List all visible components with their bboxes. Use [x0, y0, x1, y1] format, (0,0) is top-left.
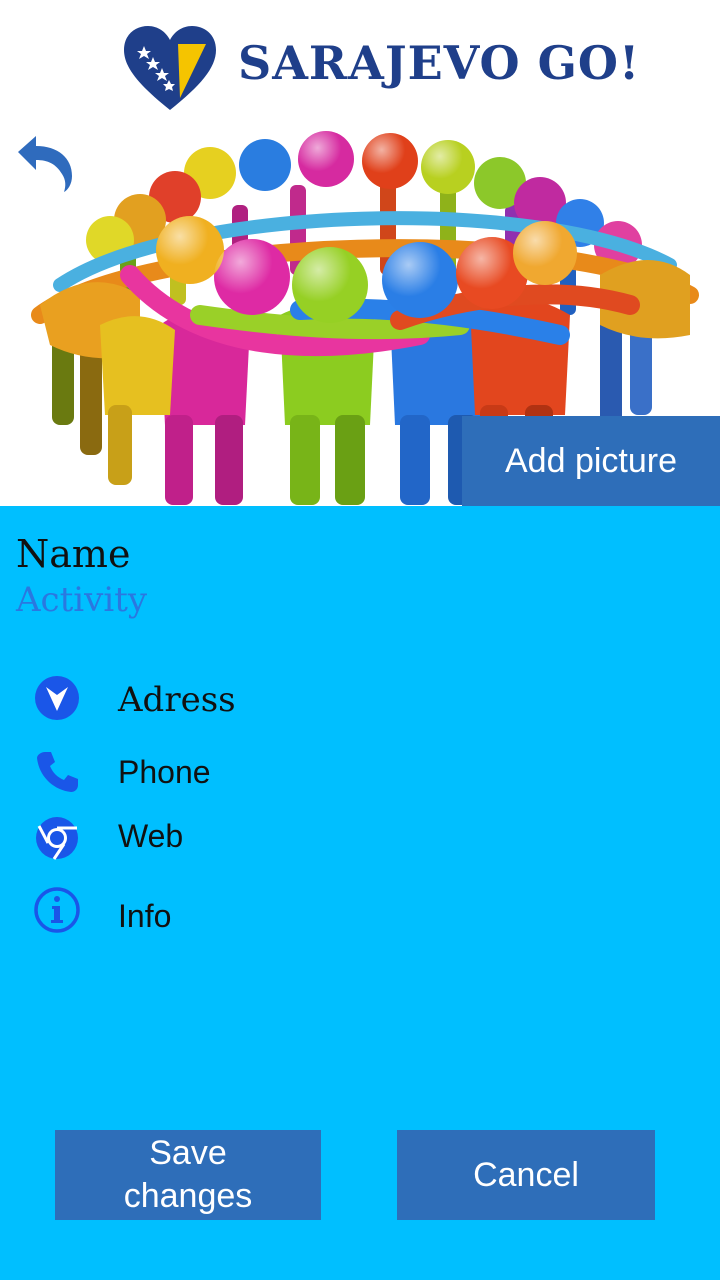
- place-activity: Activity: [16, 580, 148, 620]
- save-changes-button[interactable]: Save changes: [55, 1130, 321, 1220]
- place-name: Name: [16, 532, 131, 576]
- save-changes-label: Save changes: [123, 1134, 253, 1215]
- web-icon: [36, 817, 78, 860]
- app-title: SARAJEVO GO!: [238, 36, 641, 90]
- back-arrow-icon[interactable]: [10, 128, 80, 198]
- bosnia-heart-logo: [124, 26, 216, 110]
- info-icon: [34, 887, 80, 933]
- address-row[interactable]: Adress: [0, 670, 720, 730]
- phone-row[interactable]: Phone: [0, 740, 720, 800]
- web-row[interactable]: Web: [0, 808, 720, 868]
- info-row[interactable]: Info: [0, 882, 720, 942]
- phone-icon: [37, 752, 78, 792]
- address-label: Adress: [118, 680, 236, 720]
- phone-label: Phone: [118, 754, 211, 790]
- app-header: SARAJEVO GO!: [0, 0, 720, 125]
- location-icon: [35, 676, 79, 720]
- cancel-button[interactable]: Cancel: [397, 1130, 655, 1220]
- add-picture-button[interactable]: Add picture: [462, 416, 720, 506]
- web-label: Web: [118, 818, 184, 854]
- info-label: Info: [118, 898, 172, 934]
